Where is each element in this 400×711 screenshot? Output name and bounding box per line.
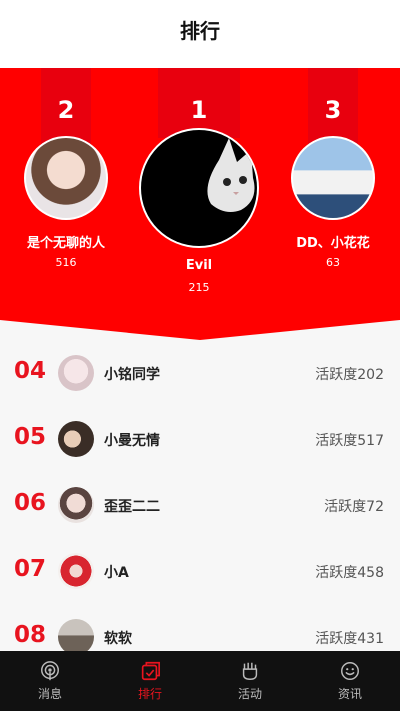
list-activity: 活跃度431	[315, 631, 384, 647]
list-rank: 04	[14, 358, 47, 384]
list-item[interactable]: 07 小A 活跃度458	[0, 538, 400, 604]
podium-rank-2-avatar[interactable]	[24, 136, 108, 220]
ranking-list[interactable]: 04 小铭同学 活跃度202 05 小曼无情 活跃度517 06 歪歪二二 活跃…	[0, 340, 400, 651]
page-title: 排行	[180, 18, 220, 43]
podium-rank-3-number: 3	[324, 96, 342, 124]
podium-rank-3-avatar[interactable]	[291, 136, 375, 220]
tab-label: 消息	[37, 687, 62, 701]
list-activity: 活跃度458	[315, 565, 384, 581]
podium-rank-2-number: 2	[57, 96, 75, 124]
list-item[interactable]: 06 歪歪二二 活跃度72	[0, 472, 400, 538]
hand-icon	[242, 662, 258, 680]
list-name: 小铭同学	[104, 367, 160, 383]
podium-rank-1-score: 215	[188, 281, 210, 294]
list-name: 小曼无情	[104, 433, 160, 449]
list-name: 小A	[104, 565, 129, 581]
avatar[interactable]	[58, 421, 94, 457]
podium-rank-3-name: DD、小花花	[296, 236, 370, 251]
app-header: 排行	[0, 0, 400, 68]
list-item[interactable]: 04 小铭同学 活跃度202	[0, 340, 400, 406]
list-rank: 06	[14, 490, 47, 516]
podium-rank-1-name: Evil	[185, 258, 213, 273]
podium-rank-2-name: 是个无聊的人	[26, 236, 105, 251]
list-name: 歪歪二二	[104, 499, 160, 515]
list-name: 软软	[104, 631, 132, 647]
podium-rank-1-number: 1	[190, 96, 208, 124]
bottom-tab-bar: 消息 排行 活动 资讯	[0, 651, 400, 711]
avatar[interactable]	[58, 619, 94, 651]
podium-rank-2-score: 516	[55, 256, 77, 269]
tab-activities[interactable]: 活动	[200, 651, 300, 711]
podium-rank-1-avatar[interactable]	[139, 128, 259, 248]
tab-label: 排行	[137, 687, 162, 701]
top-three-podium: 2 是个无聊的人 516 1 Evil 215 3 DD、小花花 63	[0, 68, 400, 340]
list-activity: 活跃度72	[324, 499, 384, 515]
tab-news[interactable]: 资讯	[300, 651, 400, 711]
smile-icon	[341, 662, 359, 680]
podium-rank-3-score: 63	[326, 256, 340, 269]
avatar[interactable]	[58, 487, 94, 523]
list-item[interactable]: 08 软软 活跃度431	[0, 604, 400, 651]
avatar[interactable]	[58, 553, 94, 589]
tab-ranking[interactable]: 排行	[100, 651, 200, 711]
list-rank: 05	[14, 424, 47, 450]
tab-label: 资讯	[337, 687, 362, 701]
list-rank: 08	[14, 622, 47, 648]
cat-illustration	[207, 138, 255, 212]
ranking-icon	[141, 661, 160, 681]
list-rank: 07	[14, 556, 47, 582]
avatar[interactable]	[58, 355, 94, 391]
list-activity: 活跃度202	[315, 367, 384, 383]
list-item[interactable]: 05 小曼无情 活跃度517	[0, 406, 400, 472]
tab-label: 活动	[237, 687, 262, 701]
list-activity: 活跃度517	[315, 433, 384, 449]
tab-messages[interactable]: 消息	[0, 651, 100, 711]
broadcast-icon	[41, 661, 59, 681]
